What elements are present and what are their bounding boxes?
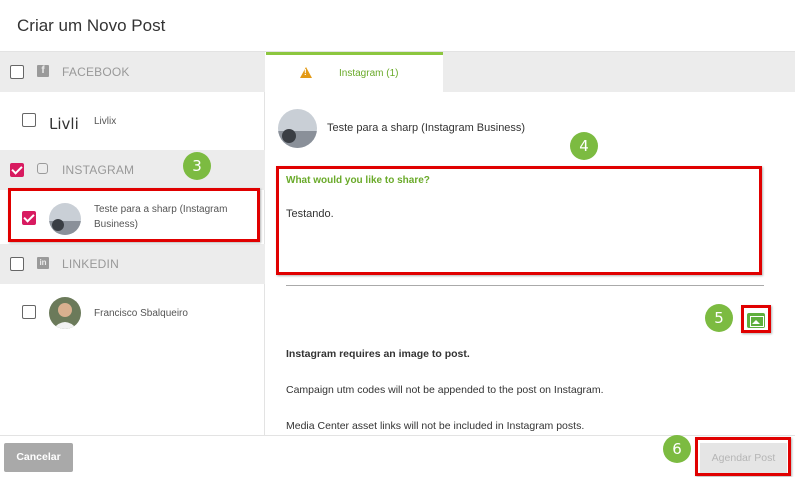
network-row-instagram[interactable]: INSTAGRAM [0,150,265,190]
account-list-panel: f FACEBOOK Livli Livlix INSTAGRAM Teste … [0,52,265,435]
network-row-linkedin[interactable]: in LINKEDIN [0,244,265,284]
step-badge-3: 3 [183,152,211,180]
compose-divider [286,285,764,286]
compose-area[interactable]: What would you like to share? Testando. [278,167,760,272]
livlix-account-checkbox[interactable] [22,113,36,127]
network-label: FACEBOOK [62,65,130,79]
network-label: INSTAGRAM [62,163,135,177]
account-name: Livlix [94,116,117,127]
notice-image-required: Instagram requires an image to post. [286,348,470,360]
account-name: Francisco Sbalqueiro [94,308,188,319]
compose-prompt: What would you like to share? [286,175,430,186]
schedule-post-button[interactable]: Agendar Post [700,443,787,473]
step-badge-4: 4 [570,132,598,160]
francisco-account-checkbox[interactable] [22,305,36,319]
post-editor-panel: Instagram (1) Teste para a sharp (Instag… [266,52,795,435]
instagram-account-avatar [49,203,81,235]
post-account-avatar [278,109,317,148]
compose-text-input[interactable]: Testando. [286,208,334,220]
notice-media-center: Media Center asset links will not be inc… [286,420,585,432]
account-row-instagram-business[interactable]: Teste para a sharp (Instagram Business) [0,190,265,248]
account-row-francisco[interactable]: Francisco Sbalqueiro [0,284,265,342]
post-account-name: Teste para a sharp (Instagram Business) [327,122,526,134]
warning-icon [300,67,312,78]
network-row-facebook[interactable]: f FACEBOOK [0,52,265,92]
image-icon[interactable] [747,313,765,328]
step-badge-5: 5 [705,304,733,332]
instagram-network-checkbox[interactable] [10,163,24,177]
facebook-icon: f [37,65,49,77]
modal-title: Criar um Novo Post [17,16,166,35]
francisco-avatar [49,297,81,329]
instagram-icon [37,163,48,174]
instagram-account-checkbox[interactable] [22,211,36,225]
network-tabs: Instagram (1) [266,52,795,92]
account-row-livlix[interactable]: Livli Livlix [0,92,265,150]
tab-instagram[interactable]: Instagram (1) [266,52,443,92]
modal-header: Criar um Novo Post [0,0,795,52]
account-name: Teste para a sharp (Instagram Business) [94,204,228,230]
notice-utm: Campaign utm codes will not be appended … [286,384,604,396]
cancel-button[interactable]: Cancelar [4,443,73,472]
network-label: LINKEDIN [62,257,119,271]
linkedin-network-checkbox[interactable] [10,257,24,271]
tab-label: Instagram (1) [339,68,399,79]
step-badge-6: 6 [663,435,691,463]
facebook-network-checkbox[interactable] [10,65,24,79]
livlix-logo: Livli [49,105,81,137]
linkedin-icon: in [37,257,49,269]
